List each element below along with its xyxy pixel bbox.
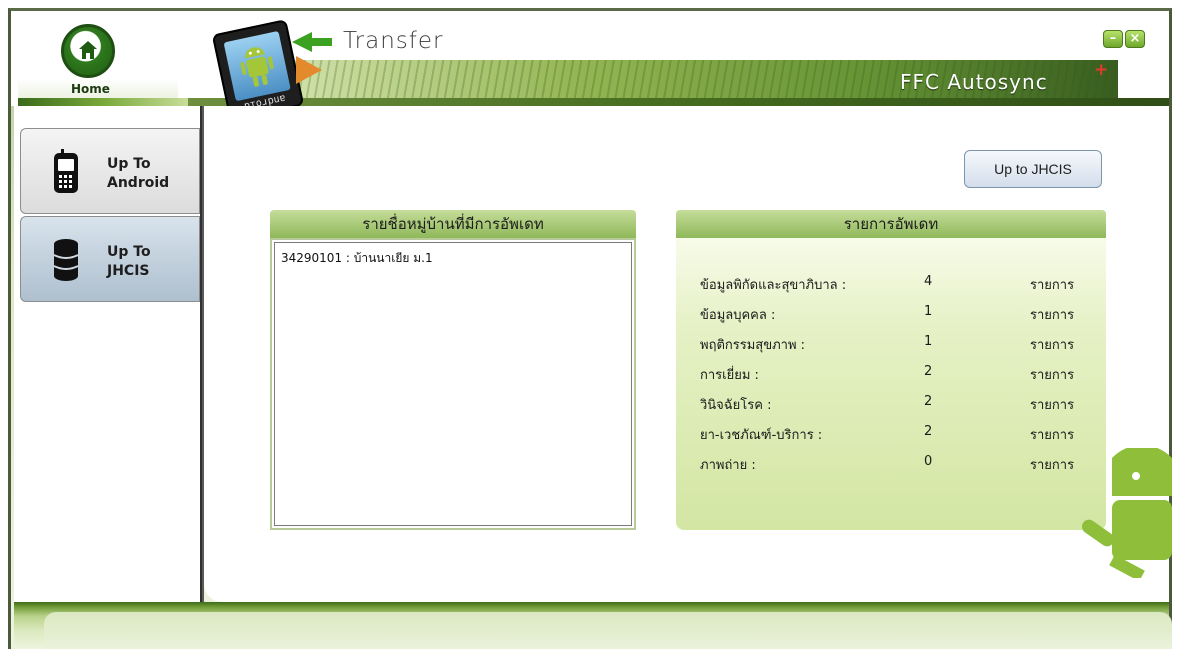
sidebar-label-line: Up To Android bbox=[107, 156, 170, 191]
home-label[interactable]: Home bbox=[71, 82, 110, 96]
header-divider bbox=[188, 98, 1169, 106]
update-unit: รายการ bbox=[1030, 278, 1075, 293]
village-list-inner: 34290101 : บ้านนาเยีย ม.1 bbox=[274, 242, 632, 526]
update-row: ภาพถ่าย : 0 รายการ bbox=[700, 454, 1090, 476]
update-label: ข้อมูลบุคคล : bbox=[700, 308, 776, 323]
brand-plus-icon: + bbox=[1094, 60, 1109, 80]
page-title: Transfer bbox=[343, 28, 444, 54]
footer-panel bbox=[44, 612, 1172, 649]
update-unit: รายการ bbox=[1030, 338, 1075, 353]
house-icon bbox=[79, 41, 97, 59]
update-label: การเยี่ยม : bbox=[700, 368, 759, 383]
list-item[interactable]: 34290101 : บ้านนาเยีย ม.1 bbox=[281, 249, 433, 268]
green-arrow-icon bbox=[292, 32, 312, 52]
update-unit: รายการ bbox=[1030, 368, 1075, 383]
update-label: ภาพถ่าย : bbox=[700, 458, 756, 473]
close-button[interactable]: × bbox=[1125, 30, 1145, 48]
update-row: วินิจฉัยโรค : 2 รายการ bbox=[700, 394, 1090, 416]
android-mascot-icon bbox=[1081, 448, 1172, 578]
update-unit: รายการ bbox=[1030, 308, 1075, 323]
update-label: พฤติกรรมสุขภาพ : bbox=[700, 338, 806, 353]
update-unit: รายการ bbox=[1030, 428, 1075, 443]
home-icon[interactable] bbox=[61, 24, 115, 78]
sidebar-label-line: Up To JHCIS bbox=[107, 244, 151, 279]
update-count: 2 bbox=[924, 424, 933, 439]
village-list-heading: รายชื่อหมู่บ้านที่มีการอัพเดท bbox=[270, 210, 636, 238]
update-unit: รายการ bbox=[1030, 398, 1075, 413]
sidebar-item-up-to-android[interactable]: Up To Android bbox=[20, 128, 200, 214]
update-count: 2 bbox=[924, 394, 933, 409]
minimize-button[interactable]: – bbox=[1103, 30, 1123, 48]
orange-arrow-icon bbox=[296, 56, 322, 84]
update-label: ข้อมูลพิกัดและสุขาภิบาล : bbox=[700, 278, 847, 293]
home-underline bbox=[18, 98, 188, 106]
brand-logo: FFC Autosync bbox=[900, 70, 1048, 94]
android-robot-icon bbox=[240, 47, 274, 87]
up-to-jhcis-button[interactable]: Up to JHCIS bbox=[964, 150, 1102, 188]
phone-icon bbox=[54, 149, 78, 193]
database-icon bbox=[53, 239, 79, 281]
update-row: พฤติกรรมสุขภาพ : 1 รายการ bbox=[700, 334, 1090, 356]
update-count: 1 bbox=[924, 334, 933, 349]
sidebar-item-label: Up To JHCIS bbox=[107, 243, 151, 281]
update-label: ยา-เวชภัณฑ์-บริการ : bbox=[700, 428, 823, 443]
update-count: 0 bbox=[924, 454, 933, 469]
update-count: 2 bbox=[924, 364, 933, 379]
sidebar-item-up-to-jhcis[interactable]: Up To JHCIS bbox=[20, 216, 200, 302]
tablet-screen bbox=[223, 30, 291, 102]
update-row: การเยี่ยม : 2 รายการ bbox=[700, 364, 1090, 386]
updates-heading: รายการอัพเดท bbox=[676, 210, 1106, 238]
update-unit: รายการ bbox=[1030, 458, 1075, 473]
footer bbox=[14, 602, 1172, 649]
update-row: ข้อมูลพิกัดและสุขาภิบาล : 4 รายการ bbox=[700, 274, 1090, 296]
green-arrow-tail bbox=[310, 38, 332, 46]
sidebar-item-label: Up To Android bbox=[107, 155, 169, 193]
update-row: ข้อมูลบุคคล : 1 รายการ bbox=[700, 304, 1090, 326]
village-list[interactable]: 34290101 : บ้านนาเยีย ม.1 bbox=[270, 238, 636, 530]
update-count: 1 bbox=[924, 304, 933, 319]
update-row: ยา-เวชภัณฑ์-บริการ : 2 รายการ bbox=[700, 424, 1090, 446]
update-count: 4 bbox=[924, 274, 933, 289]
update-label: วินิจฉัยโรค : bbox=[700, 398, 772, 413]
